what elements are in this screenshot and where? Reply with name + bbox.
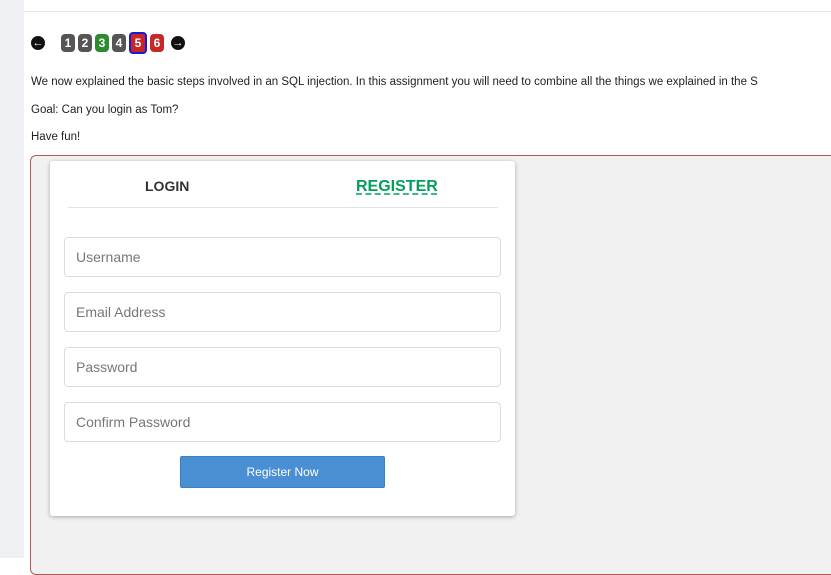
page-link-3[interactable]: 3 [95, 34, 109, 52]
page-link-4[interactable]: 4 [112, 34, 126, 52]
lesson-goal-text: Goal: Can you login as Tom? [31, 104, 179, 116]
top-divider [24, 11, 831, 12]
lesson-intro-text: We now explained the basic steps involve… [31, 76, 758, 88]
page-link-5[interactable]: 5 [129, 32, 147, 54]
tab-login[interactable]: LOGIN [145, 178, 189, 194]
register-now-button[interactable]: Register Now [180, 456, 385, 488]
tab-divider [68, 207, 498, 208]
confirm-password-input[interactable] [64, 402, 501, 442]
page-link-6[interactable]: 6 [150, 34, 164, 52]
lesson-pagination: ← 1 2 3 4 5 6 → [31, 32, 185, 54]
left-sidebar-strip [0, 0, 24, 558]
username-input[interactable] [64, 237, 501, 277]
lesson-fun-text: Have fun! [31, 131, 81, 143]
tab-register[interactable]: REGISTER [356, 178, 438, 196]
password-input[interactable] [64, 347, 501, 387]
email-input[interactable] [64, 292, 501, 332]
login-register-panel: LOGIN REGISTER Register Now [50, 161, 515, 516]
page-link-1[interactable]: 1 [61, 34, 75, 52]
arrow-right-icon[interactable]: → [171, 36, 185, 50]
page-link-2[interactable]: 2 [78, 34, 92, 52]
arrow-left-icon[interactable]: ← [31, 36, 45, 50]
